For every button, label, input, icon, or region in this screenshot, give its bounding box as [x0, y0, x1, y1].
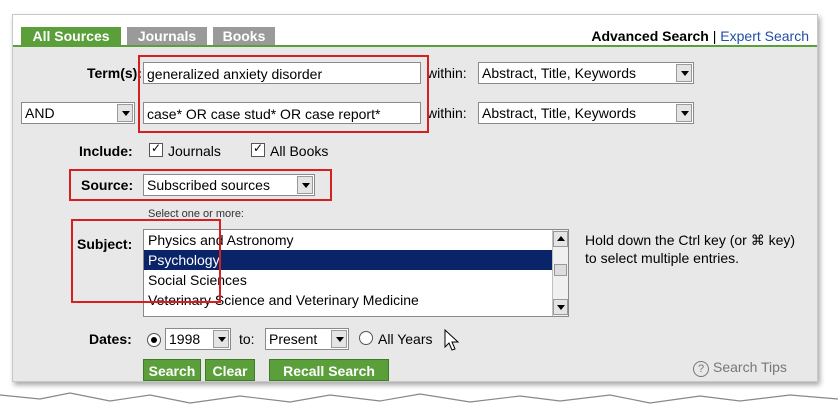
date-to-label: to:: [239, 331, 255, 347]
terms-highlight-box: [138, 55, 429, 133]
within-select-2-value: Abstract, Title, Keywords: [482, 105, 637, 121]
scroll-up-icon[interactable]: [553, 231, 568, 247]
scroll-thumb[interactable]: [554, 264, 567, 276]
books-checkbox[interactable]: [251, 141, 265, 157]
search-mode-links: Advanced Search | Expert Search: [591, 28, 809, 44]
include-journals[interactable]: Journals: [149, 141, 221, 159]
tab-books[interactable]: Books: [213, 27, 275, 46]
chevron-down-icon: [213, 330, 229, 348]
expert-search-link[interactable]: Expert Search: [720, 28, 809, 44]
within-select-1[interactable]: Abstract, Title, Keywords: [478, 62, 694, 84]
subject-highlight-box: [71, 219, 221, 303]
within-label-2: within:: [427, 105, 467, 121]
include-label: Include:: [79, 143, 133, 159]
mouse-pointer-icon: [444, 329, 460, 351]
source-highlight-box: [69, 169, 332, 201]
journals-checkbox-label: Journals: [168, 143, 221, 159]
chevron-down-icon: [117, 104, 133, 122]
scroll-down-icon[interactable]: [553, 299, 568, 315]
within-select-1-value: Abstract, Title, Keywords: [482, 65, 637, 81]
terms-label: Term(s):: [87, 65, 142, 81]
tab-bar: All Sources Journals Books Advanced Sear…: [13, 15, 817, 46]
all-years-option[interactable]: All Years: [359, 331, 432, 347]
chevron-down-icon: [331, 330, 347, 348]
within-label-1: within:: [427, 65, 467, 81]
tab-journals[interactable]: Journals: [127, 27, 207, 46]
chevron-down-icon: [676, 64, 692, 82]
date-to-select[interactable]: Present: [265, 328, 349, 350]
date-from-value: 1998: [169, 331, 201, 347]
search-form-panel: All Sources Journals Books Advanced Sear…: [12, 14, 818, 382]
date-from-select[interactable]: 1998: [165, 328, 231, 350]
date-to-value: Present: [269, 331, 318, 347]
date-range-radio[interactable]: [147, 333, 161, 347]
all-years-label: All Years: [378, 331, 433, 347]
tab-underline: [13, 45, 817, 47]
chevron-down-icon: [676, 104, 692, 122]
listbox-scrollbar[interactable]: [552, 230, 568, 316]
all-years-radio[interactable]: [359, 331, 373, 345]
within-select-2[interactable]: Abstract, Title, Keywords: [478, 102, 694, 124]
link-separator: |: [712, 28, 717, 44]
boolean-operator-select[interactable]: AND: [21, 102, 135, 124]
dates-label: Dates:: [89, 331, 132, 347]
journals-checkbox[interactable]: [149, 141, 163, 157]
operator-value: AND: [25, 105, 55, 121]
tab-all-sources[interactable]: All Sources: [21, 27, 121, 46]
torn-paper-edge: [0, 392, 838, 415]
multi-select-hint: Hold down the Ctrl key (or ⌘ key) to sel…: [585, 232, 796, 266]
books-checkbox-label: All Books: [270, 143, 329, 159]
advanced-search-link[interactable]: Advanced Search: [591, 28, 709, 44]
include-books[interactable]: All Books: [251, 141, 329, 159]
